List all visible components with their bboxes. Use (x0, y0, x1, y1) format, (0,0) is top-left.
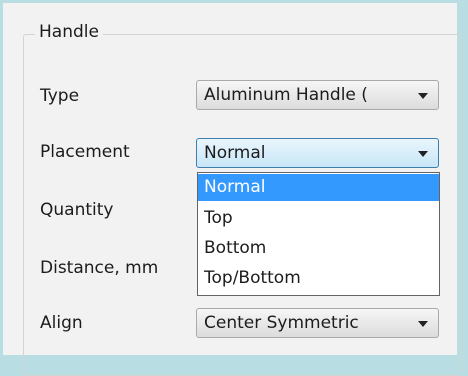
type-value: Aluminum Handle ( (204, 85, 368, 105)
placement-dropdown-list: Normal Top Bottom Top/Bottom (197, 172, 440, 296)
placement-option-bottom[interactable]: Bottom (198, 235, 439, 262)
align-value: Center Symmetric (204, 313, 359, 333)
align-label: Align (40, 313, 83, 333)
chevron-down-icon (418, 151, 428, 157)
placement-option-top[interactable]: Top (198, 205, 439, 232)
chevron-down-icon (418, 321, 428, 327)
placement-label: Placement (40, 142, 130, 162)
placement-value: Normal (204, 143, 266, 163)
type-label: Type (40, 86, 80, 106)
quantity-label: Quantity (40, 200, 114, 220)
group-title: Handle (35, 22, 103, 42)
placement-option-normal[interactable]: Normal (198, 174, 439, 201)
chevron-down-icon (418, 93, 428, 99)
distance-label: Distance, mm (40, 258, 159, 278)
align-combobox[interactable]: Center Symmetric (196, 308, 439, 338)
placement-combobox[interactable]: Normal (196, 138, 439, 168)
type-combobox[interactable]: Aluminum Handle ( (196, 80, 439, 110)
placement-option-top-bottom[interactable]: Top/Bottom (198, 265, 439, 292)
